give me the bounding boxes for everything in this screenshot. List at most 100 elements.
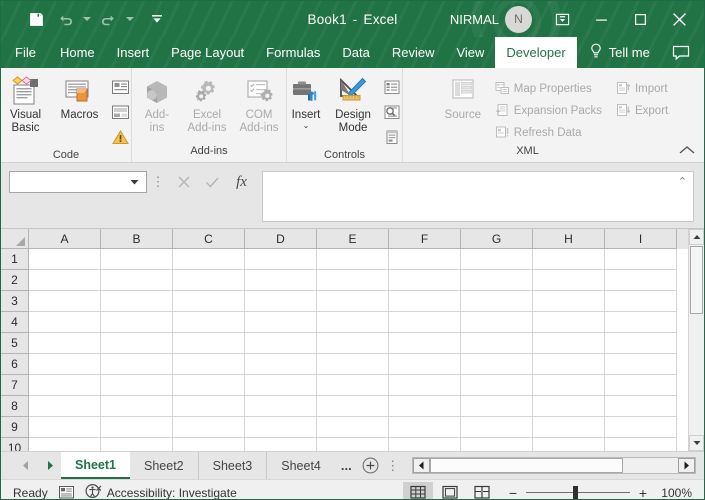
- tab-file[interactable]: File: [1, 37, 49, 68]
- grid-cell-F8[interactable]: [389, 396, 461, 417]
- tab-view[interactable]: View: [445, 37, 495, 68]
- grid-cell-C10[interactable]: [173, 438, 245, 451]
- grid-cell-I1[interactable]: [605, 249, 677, 270]
- grid-cell-B1[interactable]: [101, 249, 173, 270]
- vertical-scroll-track[interactable]: [689, 315, 704, 435]
- grid-cell-D2[interactable]: [245, 270, 317, 291]
- sheet-tab-sheet1[interactable]: Sheet1: [61, 452, 130, 479]
- more-options-icon[interactable]: ⋮: [147, 171, 169, 193]
- grid-cell-A8[interactable]: [29, 396, 101, 417]
- grid-cell-I7[interactable]: [605, 375, 677, 396]
- add-sheet-icon[interactable]: [358, 452, 384, 479]
- grid-cell-C7[interactable]: [173, 375, 245, 396]
- grid-cell-C2[interactable]: [173, 270, 245, 291]
- tell-me-search[interactable]: Tell me: [577, 37, 660, 68]
- grid-cell-I8[interactable]: [605, 396, 677, 417]
- tab-review[interactable]: Review: [381, 37, 446, 68]
- undo-chevron-down-icon[interactable]: [81, 6, 92, 32]
- insert-function-icon[interactable]: fx: [227, 171, 256, 193]
- grid-cell-F6[interactable]: [389, 354, 461, 375]
- tab-page-layout[interactable]: Page Layout: [160, 37, 255, 68]
- vertical-scrollbar[interactable]: [688, 229, 704, 451]
- grid-cell-G8[interactable]: [461, 396, 533, 417]
- sheet-tab-sheet4[interactable]: Sheet4: [267, 452, 335, 479]
- grid-cell-I10[interactable]: [605, 438, 677, 451]
- zoom-level[interactable]: 100%: [656, 486, 692, 500]
- row-header-3[interactable]: 3: [1, 291, 29, 312]
- chevron-down-icon[interactable]: [130, 175, 139, 189]
- grid-cell-H5[interactable]: [533, 333, 605, 354]
- grid-cell-G7[interactable]: [461, 375, 533, 396]
- accessibility-status[interactable]: Accessibility: Investigate: [85, 483, 237, 499]
- grid-cell-G2[interactable]: [461, 270, 533, 291]
- select-all-corner-icon[interactable]: [1, 229, 29, 249]
- previous-sheet-icon[interactable]: [21, 460, 30, 471]
- grid-cell-I5[interactable]: [605, 333, 677, 354]
- horizontal-scroll-thumb[interactable]: [429, 458, 623, 473]
- grid-cell-D5[interactable]: [245, 333, 317, 354]
- visual-basic-button[interactable]: Visual Basic: [1, 71, 52, 135]
- grid-cell-G1[interactable]: [461, 249, 533, 270]
- grid-cell-B4[interactable]: [101, 312, 173, 333]
- grid-cell-B10[interactable]: [101, 438, 173, 451]
- grid-cell-D10[interactable]: [245, 438, 317, 451]
- grid-cell-B7[interactable]: [101, 375, 173, 396]
- grid-cell-D4[interactable]: [245, 312, 317, 333]
- row-header-1[interactable]: 1: [1, 249, 29, 270]
- grid-cell-A9[interactable]: [29, 417, 101, 438]
- save-icon[interactable]: [23, 6, 49, 32]
- grid-cell-A10[interactable]: [29, 438, 101, 451]
- row-header-6[interactable]: 6: [1, 354, 29, 375]
- grid-cell-H3[interactable]: [533, 291, 605, 312]
- grid-cell-I4[interactable]: [605, 312, 677, 333]
- grid-cell-H2[interactable]: [533, 270, 605, 291]
- column-header-a[interactable]: A: [29, 229, 101, 249]
- grid-cell-D9[interactable]: [245, 417, 317, 438]
- tab-insert[interactable]: Insert: [106, 37, 161, 68]
- grid-cell-G5[interactable]: [461, 333, 533, 354]
- grid-cell-A1[interactable]: [29, 249, 101, 270]
- row-header-4[interactable]: 4: [1, 312, 29, 333]
- grid-cell-B8[interactable]: [101, 396, 173, 417]
- grid-cell-C9[interactable]: [173, 417, 245, 438]
- grid-cell-H1[interactable]: [533, 249, 605, 270]
- row-header-5[interactable]: 5: [1, 333, 29, 354]
- sheet-tab-sheet2[interactable]: Sheet2: [130, 452, 199, 479]
- scroll-up-icon[interactable]: [689, 229, 704, 245]
- horizontal-scrollbar[interactable]: [411, 457, 696, 474]
- comment-icon[interactable]: [672, 37, 704, 68]
- grid-cell-E5[interactable]: [317, 333, 389, 354]
- minimize-icon[interactable]: [583, 4, 620, 34]
- column-header-i[interactable]: I: [605, 229, 677, 249]
- horizontal-scroll-track[interactable]: [623, 458, 678, 473]
- grid-cell-G4[interactable]: [461, 312, 533, 333]
- grid-cell-E9[interactable]: [317, 417, 389, 438]
- grid-cell-F10[interactable]: [389, 438, 461, 451]
- row-header-8[interactable]: 8: [1, 396, 29, 417]
- macro-security-icon[interactable]: [108, 126, 133, 149]
- grid-cell-D1[interactable]: [245, 249, 317, 270]
- zoom-slider[interactable]: [526, 486, 630, 499]
- grid-cell-C1[interactable]: [173, 249, 245, 270]
- tab-data[interactable]: Data: [331, 37, 380, 68]
- grid-cell-H8[interactable]: [533, 396, 605, 417]
- column-header-b[interactable]: B: [101, 229, 173, 249]
- grid-cell-C3[interactable]: [173, 291, 245, 312]
- next-sheet-icon[interactable]: [46, 460, 55, 471]
- scroll-down-icon[interactable]: [689, 435, 704, 451]
- user-name[interactable]: NIRMAL: [450, 12, 499, 27]
- grid-cell-B5[interactable]: [101, 333, 173, 354]
- customize-quick-access-toolbar-icon[interactable]: [144, 6, 170, 32]
- run-dialog-icon[interactable]: [379, 126, 404, 149]
- grid-cell-A4[interactable]: [29, 312, 101, 333]
- tab-home[interactable]: Home: [49, 37, 106, 68]
- grid-cell-E10[interactable]: [317, 438, 389, 451]
- collapse-ribbon-icon[interactable]: [676, 140, 698, 160]
- tab-developer[interactable]: Developer: [495, 37, 577, 68]
- design-mode-button[interactable]: Design Mode: [327, 71, 379, 135]
- column-header-c[interactable]: C: [173, 229, 245, 249]
- grid-cell-H4[interactable]: [533, 312, 605, 333]
- grid-cell-G3[interactable]: [461, 291, 533, 312]
- grid-cell-A6[interactable]: [29, 354, 101, 375]
- grid-cell-B9[interactable]: [101, 417, 173, 438]
